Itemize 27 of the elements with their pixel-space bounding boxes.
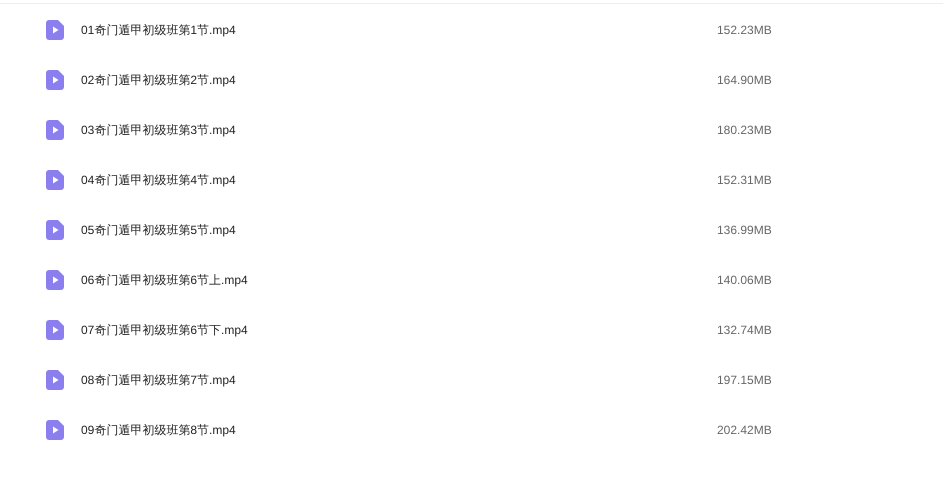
video-file-icon bbox=[46, 270, 64, 290]
video-file-icon bbox=[46, 370, 64, 390]
file-size: 164.90MB bbox=[717, 73, 772, 87]
file-name[interactable]: 04奇门遁甲初级班第4节.mp4 bbox=[81, 172, 717, 188]
video-file-icon bbox=[46, 170, 64, 190]
file-size: 180.23MB bbox=[717, 123, 772, 137]
video-file-icon bbox=[46, 220, 64, 240]
file-size: 152.31MB bbox=[717, 173, 772, 187]
file-size: 140.06MB bbox=[717, 273, 772, 287]
video-file-icon bbox=[46, 320, 64, 340]
video-file-icon bbox=[46, 70, 64, 90]
file-size: 197.15MB bbox=[717, 373, 772, 387]
video-file-icon bbox=[46, 20, 64, 40]
file-name[interactable]: 09奇门遁甲初级班第8节.mp4 bbox=[81, 422, 717, 438]
file-name[interactable]: 03奇门遁甲初级班第3节.mp4 bbox=[81, 122, 717, 138]
file-name[interactable]: 02奇门遁甲初级班第2节.mp4 bbox=[81, 72, 717, 88]
file-name[interactable]: 01奇门遁甲初级班第1节.mp4 bbox=[81, 22, 717, 38]
file-size: 132.74MB bbox=[717, 323, 772, 337]
file-name[interactable]: 06奇门遁甲初级班第6节上.mp4 bbox=[81, 272, 717, 288]
file-size: 202.42MB bbox=[717, 423, 772, 437]
file-name[interactable]: 07奇门遁甲初级班第6节下.mp4 bbox=[81, 322, 717, 338]
video-file-icon bbox=[46, 120, 64, 140]
file-size: 152.23MB bbox=[717, 23, 772, 37]
file-name[interactable]: 08奇门遁甲初级班第7节.mp4 bbox=[81, 372, 717, 388]
file-name[interactable]: 05奇门遁甲初级班第5节.mp4 bbox=[81, 222, 717, 238]
video-file-icon bbox=[46, 420, 64, 440]
file-size: 136.99MB bbox=[717, 223, 772, 237]
